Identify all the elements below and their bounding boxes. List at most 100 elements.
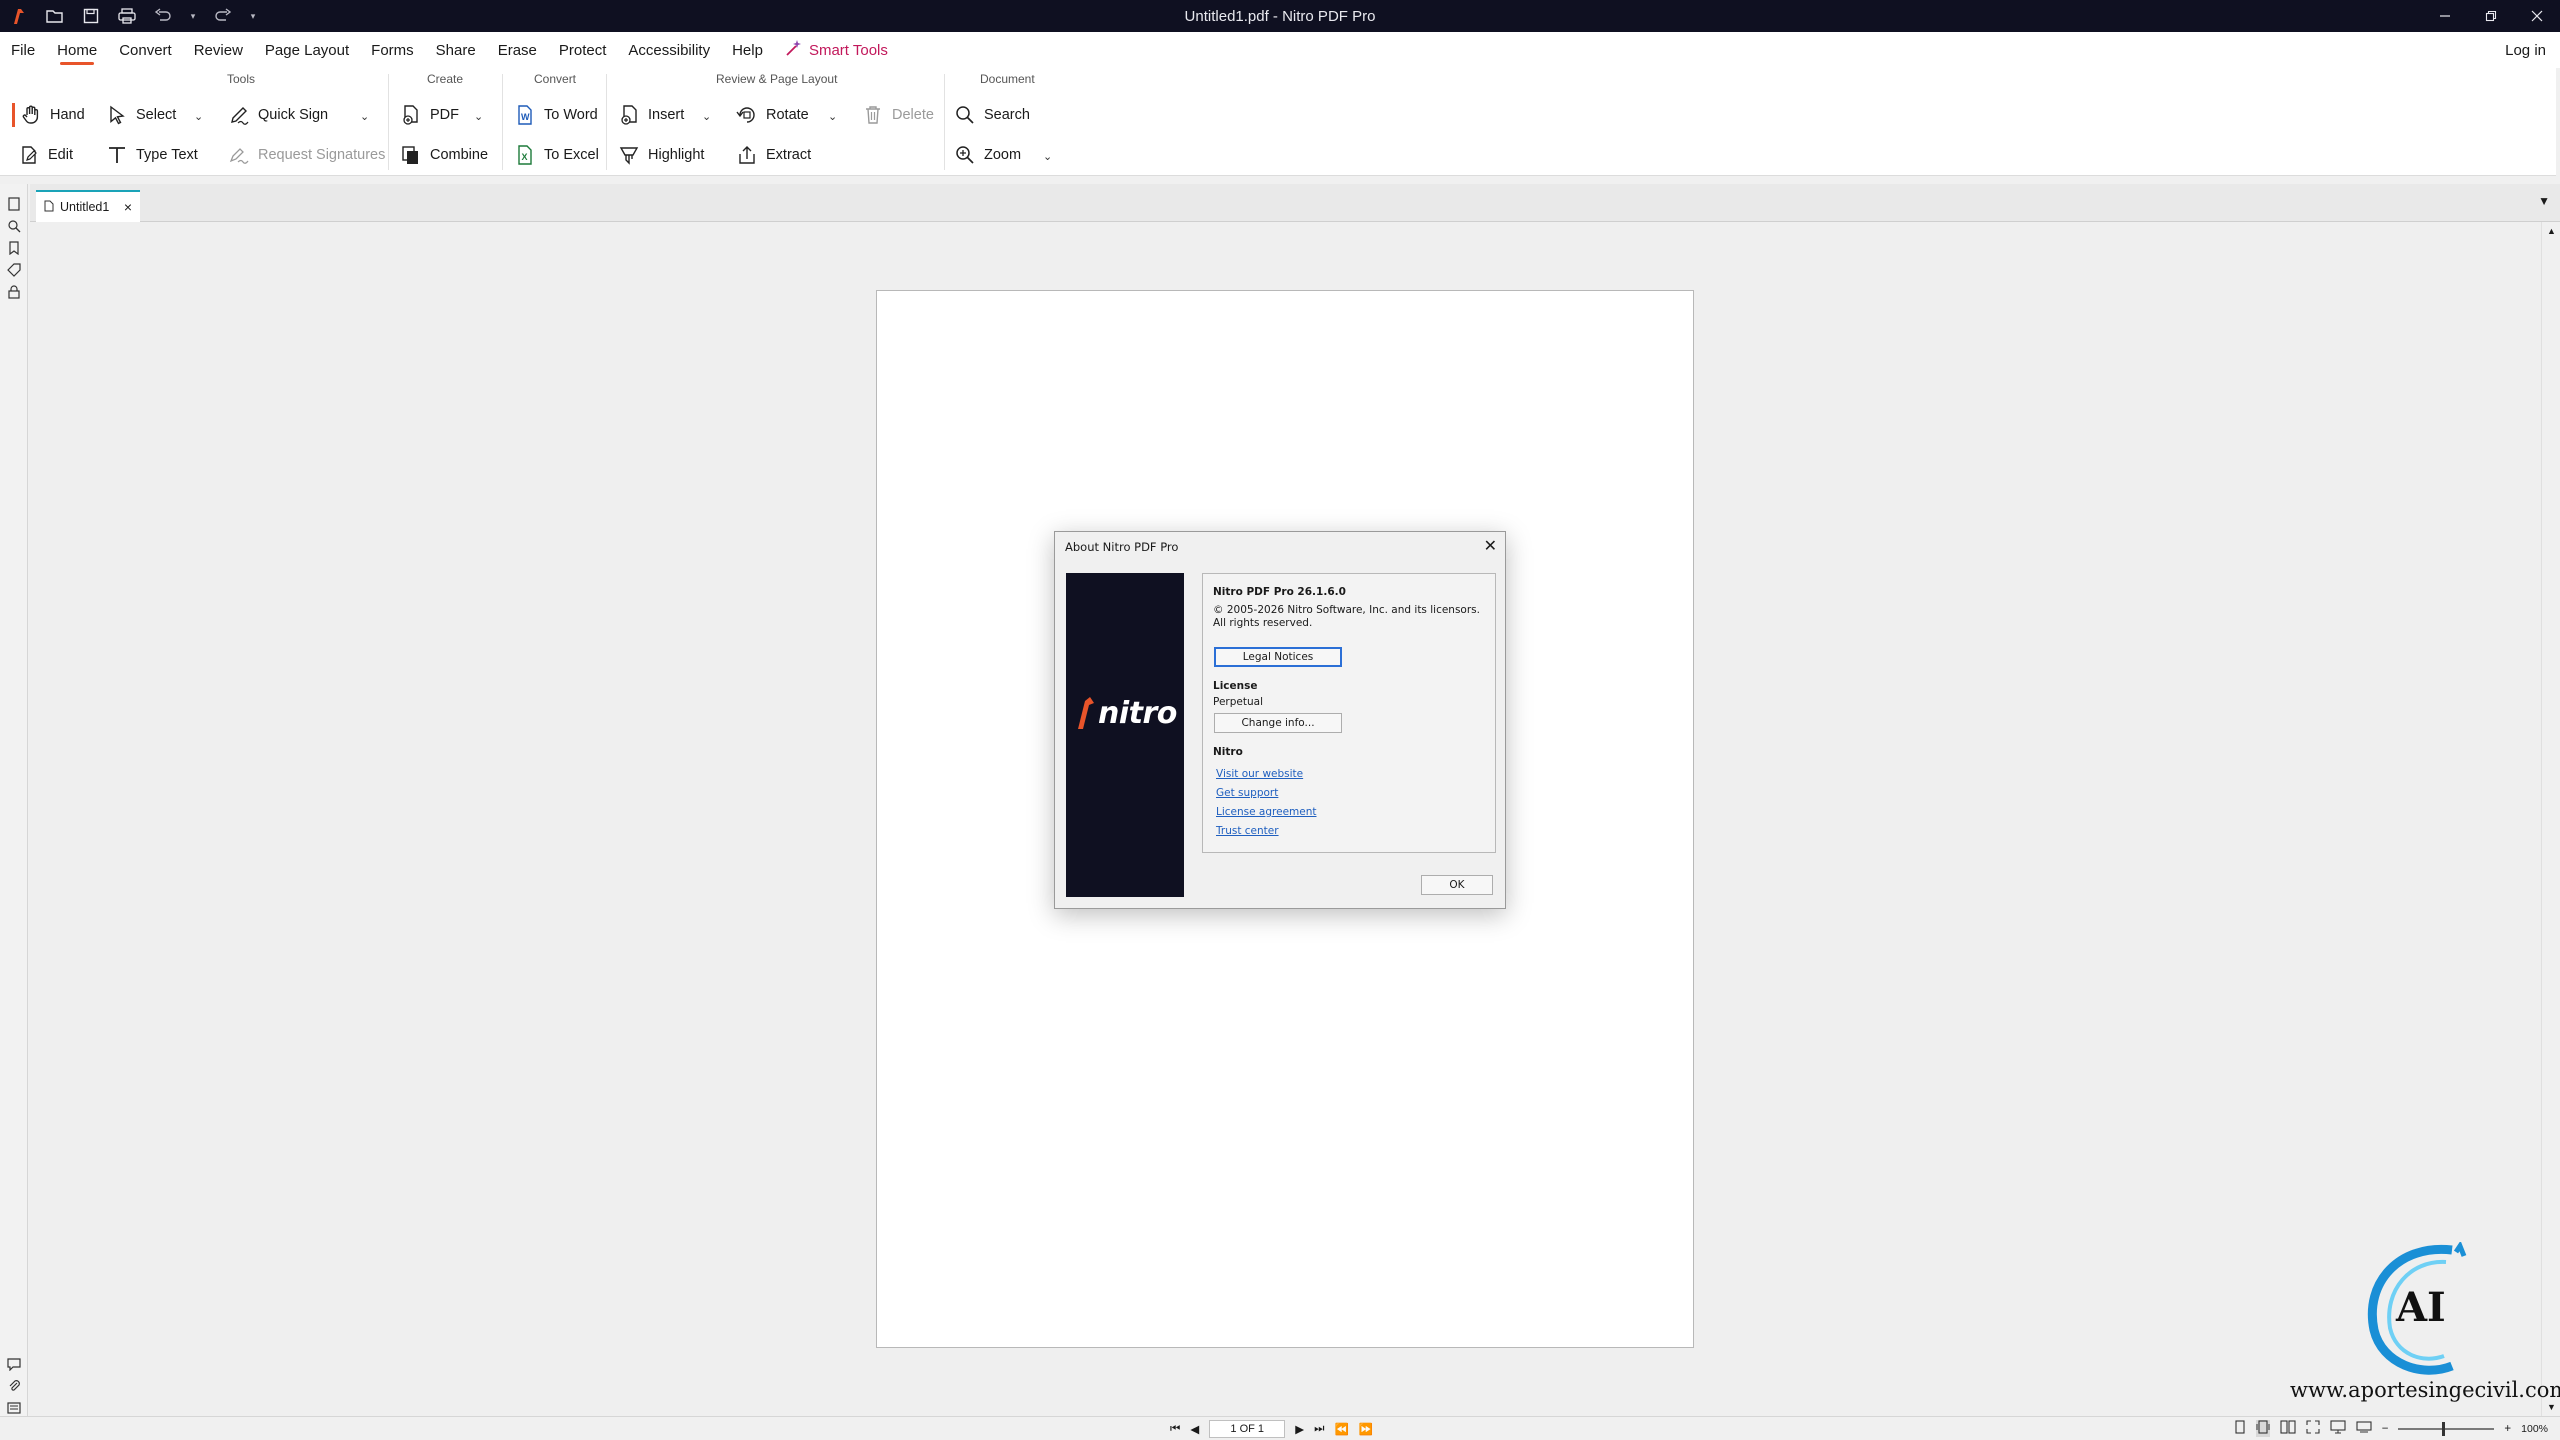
page-number-field[interactable]: 1 OF 1 — [1209, 1420, 1286, 1438]
status-bar: ⏮ ◀ 1 OF 1 ▶ ⏭ ⏪ ⏩ − + 100% — [0, 1416, 2560, 1440]
rotate-dropdown-icon[interactable]: ⌄ — [828, 110, 837, 123]
type-text-icon — [109, 147, 125, 163]
insert-dropdown-icon[interactable]: ⌄ — [702, 110, 711, 123]
to-excel-label: To Excel — [544, 147, 599, 163]
next-page-icon[interactable]: ▶ — [1295, 1422, 1304, 1436]
restore-icon[interactable] — [2468, 0, 2514, 32]
about-info-box: Nitro PDF Pro 26.1.6.0 © 2005-2026 Nitro… — [1202, 573, 1496, 853]
save-icon[interactable] — [80, 5, 102, 27]
trust-center-link[interactable]: Trust center — [1216, 825, 1279, 837]
close-tab-icon[interactable]: × — [124, 199, 132, 215]
edit-button[interactable]: Edit — [18, 140, 73, 170]
select-dropdown-icon[interactable]: ⌄ — [194, 110, 203, 123]
first-page-icon[interactable]: ⏮ — [1170, 1423, 1180, 1436]
login-link[interactable]: Log in — [2505, 32, 2546, 68]
menu-help[interactable]: Help — [721, 32, 774, 68]
full-screen-icon[interactable] — [2330, 1420, 2346, 1437]
license-heading: License — [1213, 680, 1258, 692]
customize-qat-icon[interactable]: ▾ — [248, 5, 258, 27]
insert-page-icon — [621, 105, 637, 125]
ok-button[interactable]: OK — [1421, 875, 1493, 895]
forward-view-icon[interactable]: ⏩ — [1359, 1422, 1373, 1436]
page-navigation: ⏮ ◀ 1 OF 1 ▶ ⏭ ⏪ ⏩ — [1170, 1420, 1373, 1438]
output-panel-icon[interactable] — [6, 1400, 22, 1416]
highlight-button[interactable]: Highlight — [618, 140, 704, 170]
zoom-in-icon[interactable]: + — [2504, 1423, 2511, 1435]
previous-page-icon[interactable]: ◀ — [1190, 1422, 1199, 1436]
search-button[interactable]: Search — [954, 100, 1030, 130]
undo-dropdown-icon[interactable]: ▾ — [188, 5, 198, 27]
combine-button[interactable]: Combine — [400, 140, 488, 170]
extract-icon — [739, 146, 755, 164]
edit-document-icon — [22, 146, 37, 164]
rotate-button[interactable]: Rotate — [736, 100, 809, 130]
zoom-slider-thumb[interactable] — [2442, 1421, 2446, 1436]
scroll-down-icon[interactable]: ▼ — [2547, 1402, 2556, 1412]
quick-sign-button[interactable]: Quick Sign — [228, 100, 328, 130]
menu-forms[interactable]: Forms — [360, 32, 425, 68]
nitro-brand-panel: nitro — [1066, 573, 1184, 897]
print-icon[interactable] — [116, 5, 138, 27]
undo-icon[interactable] — [152, 5, 174, 27]
comments-panel-icon[interactable] — [6, 1356, 22, 1372]
attachments-panel-icon[interactable] — [6, 1378, 22, 1394]
redo-icon[interactable] — [212, 5, 234, 27]
quick-sign-dropdown-icon[interactable]: ⌄ — [360, 110, 369, 123]
nitro-app-icon — [8, 5, 30, 27]
single-page-view-icon[interactable] — [2234, 1420, 2246, 1437]
zoom-button[interactable]: Zoom — [954, 140, 1021, 170]
menu-smart-tools[interactable]: Smart Tools — [774, 32, 899, 68]
tags-panel-icon[interactable] — [6, 262, 22, 278]
nitro-logo: nitro — [1076, 695, 1177, 731]
presentation-icon[interactable] — [2356, 1420, 2372, 1437]
back-view-icon[interactable]: ⏪ — [1334, 1422, 1348, 1436]
type-text-button[interactable]: Type Text — [106, 140, 198, 170]
pages-panel-icon[interactable] — [6, 196, 22, 212]
fit-page-icon[interactable] — [2306, 1420, 2320, 1437]
menu-protect[interactable]: Protect — [548, 32, 618, 68]
request-signatures-button[interactable]: Request Signatures — [228, 140, 385, 170]
facing-view-icon[interactable] — [2280, 1420, 2296, 1437]
menu-home[interactable]: Home — [46, 32, 108, 68]
visit-website-link[interactable]: Visit our website — [1216, 768, 1303, 780]
menu-share[interactable]: Share — [425, 32, 487, 68]
menu-convert[interactable]: Convert — [108, 32, 183, 68]
create-pdf-button[interactable]: PDF — [400, 100, 459, 130]
hand-button[interactable]: Hand — [20, 100, 85, 130]
menu-review[interactable]: Review — [183, 32, 254, 68]
legal-notices-button[interactable]: Legal Notices — [1214, 647, 1342, 667]
select-button[interactable]: Select — [106, 100, 176, 130]
dialog-close-icon[interactable]: ✕ — [1484, 536, 1497, 555]
menu-accessibility[interactable]: Accessibility — [617, 32, 721, 68]
rotate-label: Rotate — [766, 107, 809, 123]
license-agreement-link[interactable]: License agreement — [1216, 806, 1317, 818]
zoom-dropdown-icon[interactable]: ⌄ — [1043, 150, 1052, 163]
tab-untitled1[interactable]: Untitled1 × — [36, 190, 140, 222]
last-page-icon[interactable]: ⏭ — [1314, 1423, 1324, 1436]
zoom-label: Zoom — [984, 147, 1022, 163]
zoom-out-icon[interactable]: − — [2382, 1423, 2389, 1435]
to-word-button[interactable]: W To Word — [514, 100, 598, 130]
close-icon[interactable] — [2514, 0, 2560, 32]
open-folder-icon[interactable] — [44, 5, 66, 27]
change-info-button[interactable]: Change info... — [1214, 713, 1342, 733]
to-excel-button[interactable]: X To Excel — [514, 140, 599, 170]
scroll-up-icon[interactable]: ▲ — [2547, 226, 2556, 236]
menu-page-layout[interactable]: Page Layout — [254, 32, 360, 68]
insert-button[interactable]: Insert — [618, 100, 684, 130]
zoom-slider[interactable] — [2398, 1421, 2495, 1436]
menu-file[interactable]: File — [0, 32, 46, 68]
watermark-url: www.aportesingecivil.com — [2290, 1378, 2560, 1402]
pdf-dropdown-icon[interactable]: ⌄ — [474, 110, 483, 123]
vertical-scrollbar[interactable]: ▲ ▼ — [2541, 222, 2560, 1416]
extract-button[interactable]: Extract — [736, 140, 811, 170]
security-panel-icon[interactable] — [6, 284, 22, 300]
get-support-link[interactable]: Get support — [1216, 787, 1278, 799]
delete-button[interactable]: Delete — [862, 100, 934, 130]
continuous-view-icon[interactable] — [2255, 1420, 2270, 1437]
bookmarks-panel-icon[interactable] — [6, 240, 22, 256]
tab-list-dropdown-icon[interactable]: ▼ — [2538, 194, 2550, 208]
search-panel-icon[interactable] — [6, 218, 22, 234]
menu-erase[interactable]: Erase — [487, 32, 548, 68]
minimize-icon[interactable] — [2422, 0, 2468, 32]
